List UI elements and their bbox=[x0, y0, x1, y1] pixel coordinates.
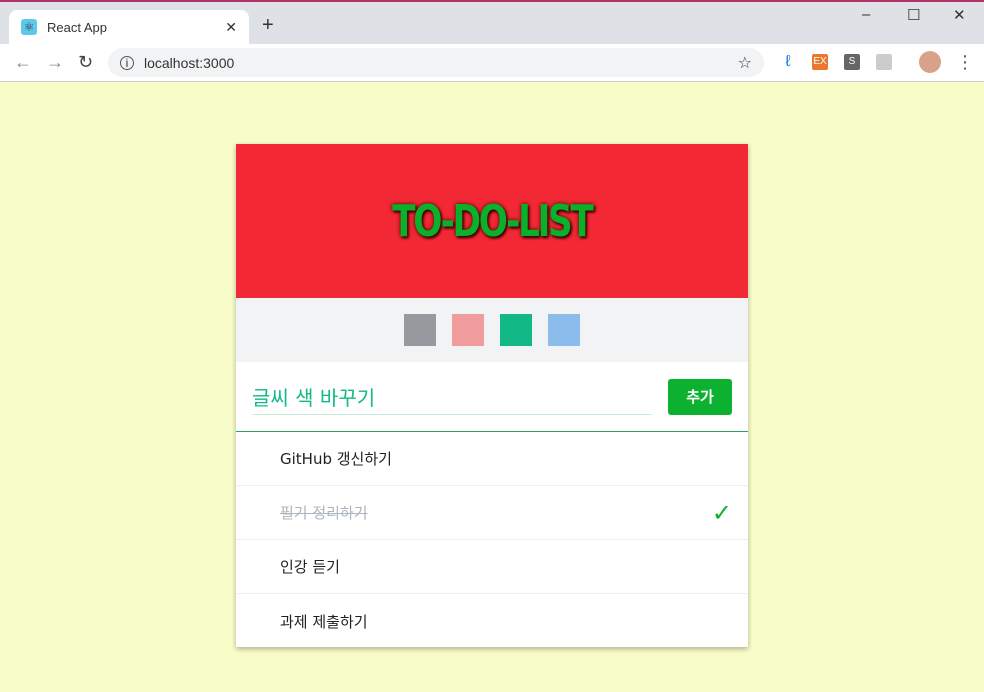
todo-item[interactable]: 인강 듣기 bbox=[236, 540, 748, 594]
info-icon[interactable]: i bbox=[120, 55, 134, 70]
todo-form: 추가 bbox=[236, 362, 748, 432]
todo-card: TO-DO-LIST 추가 GitHub 갱신하기 필기 정리하기 ✓ 인강 듣기… bbox=[236, 144, 748, 647]
color-swatch-blue[interactable] bbox=[548, 314, 580, 346]
back-icon[interactable]: ← bbox=[14, 52, 32, 73]
browser-tab[interactable]: ⚛ React App ✕ bbox=[9, 10, 249, 44]
minimize-icon[interactable]: – bbox=[862, 6, 870, 23]
browser-chrome: ⚛ React App ✕ + – ☐ ✕ ← → ↻ i localhost:… bbox=[0, 0, 984, 82]
maximize-icon[interactable]: ☐ bbox=[907, 6, 920, 24]
address-bar[interactable]: i localhost:3000 ☆ bbox=[108, 48, 764, 77]
reload-icon[interactable]: ↻ bbox=[78, 52, 93, 73]
new-tab-icon[interactable]: + bbox=[262, 14, 274, 37]
url-text: localhost:3000 bbox=[144, 54, 235, 71]
color-swatch-gray[interactable] bbox=[404, 314, 436, 346]
todo-item[interactable]: GitHub 갱신하기 bbox=[236, 432, 748, 486]
color-swatch-teal[interactable] bbox=[500, 314, 532, 346]
extension-icon[interactable]: S bbox=[844, 54, 860, 70]
toolbar: ← → ↻ i localhost:3000 ☆ ℓ EX S ⋮ bbox=[0, 44, 984, 82]
todo-item[interactable]: 과제 제출하기 bbox=[236, 594, 748, 648]
todo-item[interactable]: 필기 정리하기 ✓ bbox=[236, 486, 748, 540]
extension-icon[interactable]: EX bbox=[812, 54, 828, 70]
todo-text: 필기 정리하기 bbox=[280, 504, 368, 522]
todo-list: GitHub 갱신하기 필기 정리하기 ✓ 인강 듣기 과제 제출하기 bbox=[236, 432, 748, 648]
forward-icon[interactable]: → bbox=[46, 52, 64, 73]
star-icon[interactable]: ☆ bbox=[738, 53, 752, 73]
close-tab-icon[interactable]: ✕ bbox=[225, 19, 237, 36]
todo-input[interactable] bbox=[252, 378, 652, 415]
color-palette bbox=[236, 298, 748, 362]
todo-text: GitHub 갱신하기 bbox=[280, 450, 392, 468]
avatar[interactable] bbox=[919, 51, 941, 73]
color-swatch-pink[interactable] bbox=[452, 314, 484, 346]
menu-icon[interactable]: ⋮ bbox=[956, 52, 974, 73]
add-button[interactable]: 추가 bbox=[668, 378, 732, 415]
react-favicon-icon: ⚛ bbox=[21, 19, 37, 35]
header: TO-DO-LIST bbox=[236, 144, 748, 298]
todo-text: 인강 듣기 bbox=[280, 558, 340, 576]
extension-icon[interactable]: ℓ bbox=[780, 54, 796, 70]
tab-title: React App bbox=[47, 19, 107, 35]
close-window-icon[interactable]: ✕ bbox=[953, 6, 966, 24]
check-icon: ✓ bbox=[711, 498, 732, 527]
extension-icon[interactable] bbox=[876, 54, 892, 70]
todo-text: 과제 제출하기 bbox=[280, 612, 368, 631]
app-title: TO-DO-LIST bbox=[392, 195, 594, 247]
